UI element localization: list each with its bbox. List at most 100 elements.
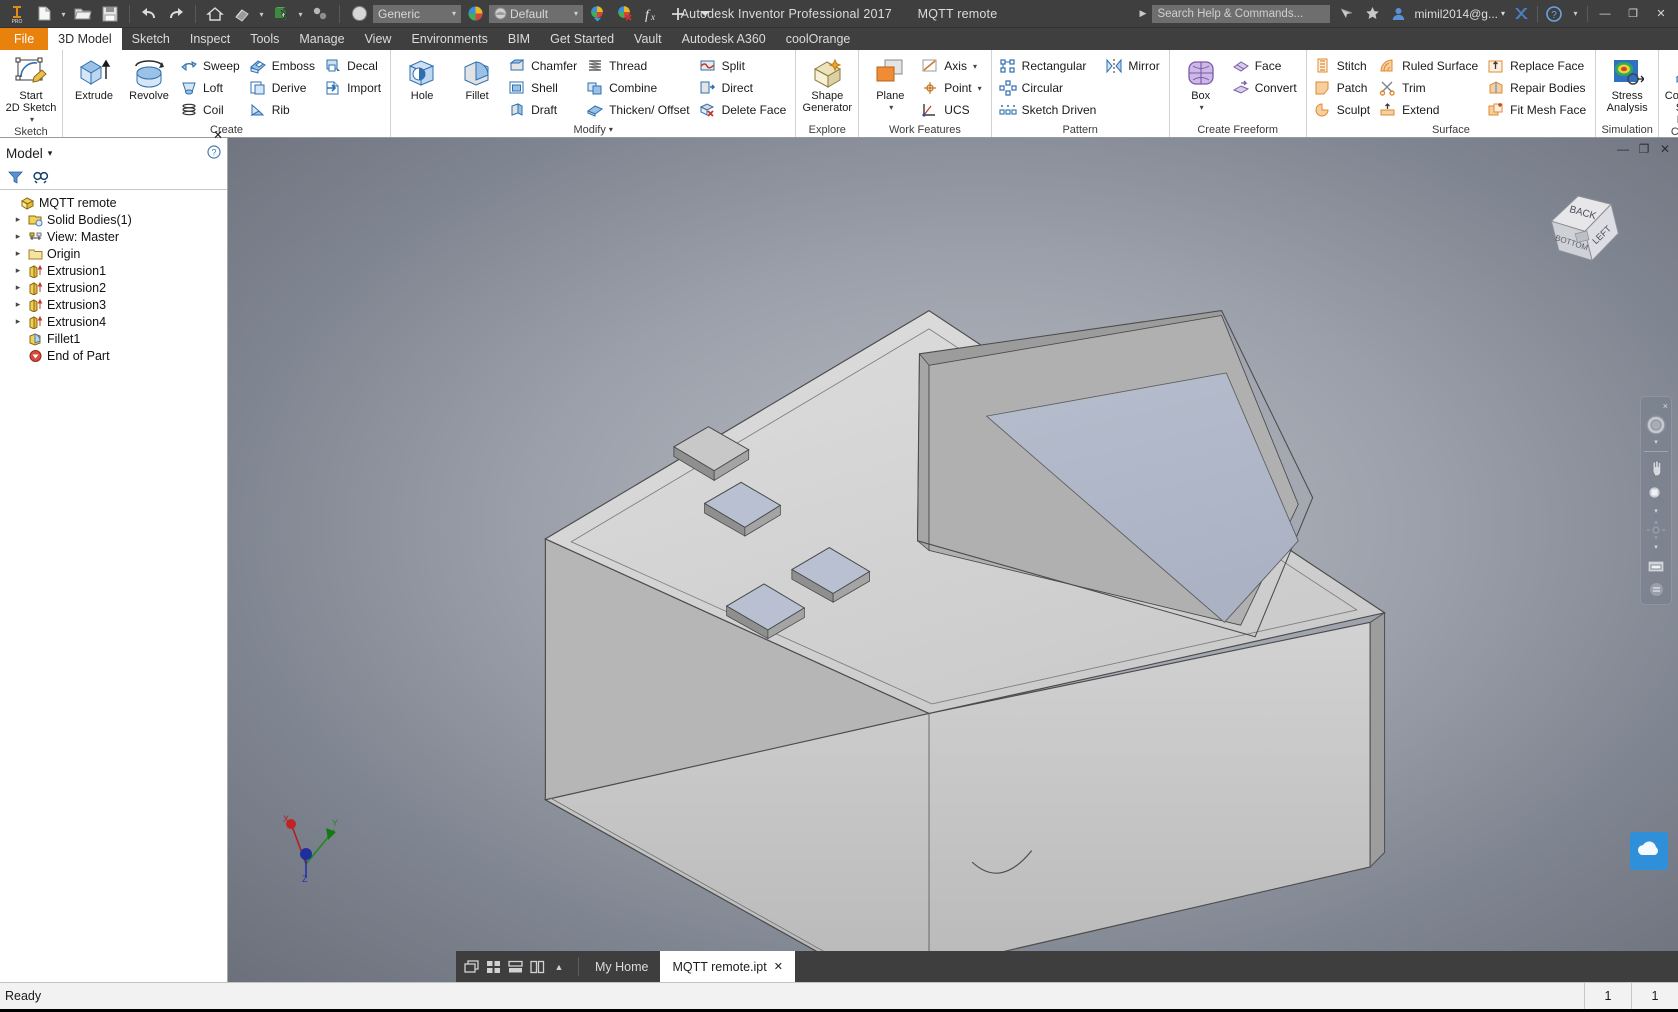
part-model-3d[interactable]	[228, 138, 1678, 982]
ribbon-tab-vault[interactable]: Vault	[624, 28, 672, 50]
tree-node-solid-bodies-1-[interactable]: ▸ Solid Bodies(1)	[4, 211, 227, 228]
navbar-customize-icon[interactable]	[1643, 580, 1669, 598]
tree-expander-icon[interactable]: ▸	[12, 248, 24, 259]
ribbon-button-loft[interactable]: Loft	[177, 77, 245, 99]
ribbon-button-coil[interactable]: Coil	[177, 99, 245, 121]
full-navigation-wheel-icon[interactable]	[1643, 413, 1669, 437]
ribbon-button-delete-face[interactable]: Delete Face	[696, 99, 792, 121]
chevron-down-icon[interactable]: ▾	[976, 84, 982, 93]
tree-node-extrusion2[interactable]: ▸ Extrusion2	[4, 279, 227, 296]
account-menu[interactable]: mimil2014@g... ▾	[1414, 7, 1505, 21]
select-icon[interactable]	[307, 2, 333, 26]
viewport-restore-button[interactable]: ❐	[1637, 142, 1651, 156]
ribbon-tab-view[interactable]: View	[355, 28, 402, 50]
add-to-qat-icon[interactable]	[665, 2, 691, 26]
window-restore-button[interactable]: ❐	[1622, 3, 1644, 25]
appearance-browser-icon[interactable]	[584, 2, 610, 26]
tree-expander-icon[interactable]: ▸	[12, 231, 24, 242]
search-expand-icon[interactable]: ▶	[1140, 8, 1147, 19]
open-file-icon[interactable]	[70, 2, 96, 26]
tree-node-view-master[interactable]: ▸ View: Master	[4, 228, 227, 245]
new-file-caret-icon[interactable]: ▾	[58, 2, 69, 26]
a360-cloud-badge-icon[interactable]	[1630, 832, 1668, 870]
chevron-down-icon[interactable]: ▾	[971, 62, 977, 71]
ribbon-button-face[interactable]: Face	[1229, 55, 1302, 77]
viewport-minimize-button[interactable]: —	[1616, 142, 1630, 156]
ribbon-button-patch[interactable]: Patch	[1311, 77, 1375, 99]
tree-node-mqtt-remote[interactable]: MQTT remote	[4, 194, 227, 211]
exchange-apps-icon[interactable]	[1511, 4, 1531, 24]
ribbon-button-chamfer[interactable]: Chamfer	[505, 55, 582, 77]
navbar-close-icon[interactable]: ×	[1663, 401, 1668, 411]
update-icon[interactable]	[268, 2, 294, 26]
ribbon-button-rib[interactable]: Rib	[246, 99, 320, 121]
tree-node-end-of-part[interactable]: End of Part	[4, 347, 227, 364]
tree-expander-icon[interactable]: ▸	[12, 282, 24, 293]
ribbon-button-combine[interactable]: Combine	[583, 77, 694, 99]
ribbon-button-fit-mesh-face[interactable]: Fit Mesh Face	[1484, 99, 1591, 121]
ribbon-button-ucs[interactable]: UCS	[918, 99, 986, 121]
material-browser-icon[interactable]	[346, 2, 372, 26]
ribbon-button-ruled-surface[interactable]: Ruled Surface	[1376, 55, 1483, 77]
return-icon[interactable]	[229, 2, 255, 26]
ribbon-button-shape-generator[interactable]: Shape Generator	[800, 54, 854, 114]
ribbon-button-derive[interactable]: Derive	[246, 77, 320, 99]
sign-in-status-icon[interactable]	[1336, 4, 1356, 24]
redo-icon[interactable]	[163, 2, 189, 26]
help-icon[interactable]: ?	[1544, 4, 1564, 24]
pan-icon[interactable]	[1643, 456, 1669, 480]
ribbon-button-emboss[interactable]: Emboss	[246, 55, 320, 77]
tile-horizontal-icon[interactable]	[505, 956, 525, 978]
ribbon-button-decal[interactable]: Decal	[321, 55, 386, 77]
save-icon[interactable]	[97, 2, 123, 26]
inventor-pro-logo-icon[interactable]: PRO	[4, 2, 30, 26]
ribbon-tab-manage[interactable]: Manage	[289, 28, 354, 50]
account-avatar-icon[interactable]	[1388, 4, 1408, 24]
viewport-close-button[interactable]: ✕	[1658, 142, 1672, 156]
ribbon-button-box[interactable]: Box ▾	[1174, 54, 1228, 114]
ribbon-button-import[interactable]: Import	[321, 77, 386, 99]
filter-icon[interactable]	[8, 171, 23, 187]
ribbon-button-plane[interactable]: Plane ▾	[863, 54, 917, 114]
appearance-clear-icon[interactable]	[611, 2, 637, 26]
document-tab-mqtt-remote-ipt[interactable]: MQTT remote.ipt ✕	[660, 951, 795, 982]
ribbon-button-thread[interactable]: Thread	[583, 55, 694, 77]
ribbon-button-stress-analysis[interactable]: Stress Analysis	[1600, 54, 1654, 114]
ribbon-button-stitch[interactable]: Stitch	[1311, 55, 1375, 77]
ribbon-button-mirror[interactable]: Mirror	[1102, 55, 1164, 77]
ribbon-tab-coolorange[interactable]: coolOrange	[776, 28, 861, 50]
ribbon-button-convert-to-sheet-metal[interactable]: Convert to Sheet Metal	[1663, 54, 1678, 126]
ribbon-tab-tools[interactable]: Tools	[240, 28, 289, 50]
ribbon-button-shell[interactable]: Shell	[505, 77, 582, 99]
ribbon-button-repair-bodies[interactable]: Repair Bodies	[1484, 77, 1591, 99]
ribbon-button-convert[interactable]: Convert	[1229, 77, 1302, 99]
ribbon-button-sculpt[interactable]: Sculpt	[1311, 99, 1375, 121]
tile-vertical-icon[interactable]	[527, 956, 547, 978]
material-combo[interactable]: Generic ▾	[373, 4, 461, 23]
tree-expander-icon[interactable]: ▸	[12, 299, 24, 310]
ribbon-tab-inspect[interactable]: Inspect	[180, 28, 240, 50]
ribbon-button-circular[interactable]: Circular	[996, 77, 1102, 99]
ribbon-button-direct[interactable]: Direct	[696, 77, 792, 99]
window-minimize-button[interactable]: —	[1594, 3, 1616, 25]
ribbon-button-fillet[interactable]: Fillet	[450, 54, 504, 102]
ribbon-tab-3d-model[interactable]: 3D Model	[48, 28, 122, 50]
appearance-combo[interactable]: Default ▾	[489, 4, 583, 23]
ribbon-tab-get-started[interactable]: Get Started	[540, 28, 624, 50]
tree-node-extrusion3[interactable]: ▸ Extrusion3	[4, 296, 227, 313]
return-caret-icon[interactable]: ▾	[256, 2, 267, 26]
update-caret-icon[interactable]: ▾	[295, 2, 306, 26]
cascade-windows-icon[interactable]	[461, 956, 481, 978]
graphics-viewport[interactable]: — ❐ ✕ BACK BOTTOM LEFT × ▾ ▾ ▾ X Y Z ▲ M…	[228, 138, 1678, 982]
browser-title-caret-icon[interactable]: ▾	[48, 148, 53, 159]
tree-node-fillet1[interactable]: Fillet1	[4, 330, 227, 347]
tree-node-origin[interactable]: ▸ Origin	[4, 245, 227, 262]
look-at-icon[interactable]	[1643, 554, 1669, 578]
appearance-sphere-icon[interactable]	[462, 2, 488, 26]
tree-expander-icon[interactable]: ▸	[12, 214, 24, 225]
undo-icon[interactable]	[136, 2, 162, 26]
chevron-down-icon[interactable]: ▾	[28, 114, 34, 126]
ribbon-button-revolve[interactable]: Revolve	[122, 54, 176, 102]
tabbar-expand-icon[interactable]: ▲	[549, 956, 569, 978]
ribbon-tab-file[interactable]: File	[0, 28, 49, 50]
